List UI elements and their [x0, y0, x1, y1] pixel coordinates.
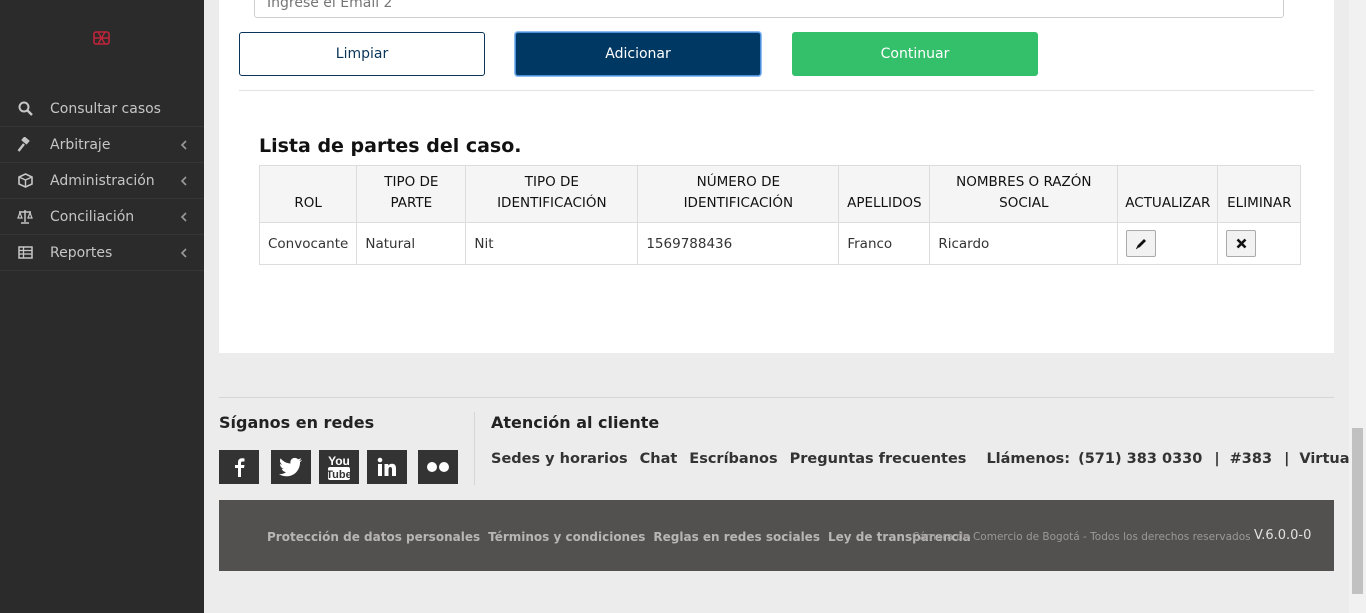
link-chat[interactable]: Chat — [640, 451, 678, 467]
svg-text:Tube: Tube — [327, 469, 351, 481]
cell-actualizar — [1117, 222, 1219, 265]
sidebar-item-arbitraje[interactable]: Arbitraje — [0, 127, 204, 163]
ccb-logo-icon — [93, 31, 110, 45]
facebook-link[interactable] — [219, 450, 259, 484]
customer-service-links: Sedes y horarios Chat Escríbanos Pregunt… — [491, 451, 1366, 467]
link-reglas-redes[interactable]: Reglas en redes sociales — [653, 530, 820, 544]
twitter-link[interactable] — [271, 450, 311, 484]
linkedin-link[interactable] — [367, 450, 407, 484]
continue-button[interactable]: Continuar — [792, 32, 1038, 76]
col-header-actualizar: ACTUALIZAR — [1117, 165, 1219, 223]
sidebar-nav: Consultar casos Arbitraje Administración… — [0, 91, 204, 271]
youtube-icon: You Tube — [327, 454, 351, 481]
svg-text:You: You — [328, 454, 350, 468]
col-header-tipo-identificacion: TIPO DE IDENTIFICACIÓN — [465, 165, 639, 223]
sidebar-item-conciliacion[interactable]: Conciliación — [0, 199, 204, 235]
parties-table: ROL TIPO DE PARTE TIPO DE IDENTIFICACIÓN N… — [258, 165, 1302, 265]
sidebar-item-reportes[interactable]: Reportes — [0, 235, 204, 271]
sidebar-item-label: Reportes — [50, 244, 113, 261]
search-icon — [17, 101, 33, 117]
chevron-left-icon — [180, 248, 187, 258]
call-label: Llámenos: — [986, 451, 1071, 467]
chevron-left-icon — [180, 140, 187, 150]
col-header-numero-identificacion: NÚMERO DE IDENTIFICACIÓN — [637, 165, 840, 223]
divider — [239, 90, 1314, 91]
table-icon — [17, 245, 33, 261]
separator: | — [1214, 451, 1220, 467]
close-icon — [1236, 238, 1247, 249]
col-header-nombres: NOMBRES O RAZÓN SOCIAL — [929, 165, 1119, 223]
link-preguntas-frecuentes[interactable]: Preguntas frecuentes — [790, 451, 967, 467]
link-terminos[interactable]: Términos y condiciones — [488, 530, 645, 544]
link-sedes-horarios[interactable]: Sedes y horarios — [491, 451, 628, 467]
scrollbar-thumb[interactable] — [1352, 428, 1363, 594]
link-proteccion-datos[interactable]: Protección de datos personales — [267, 530, 480, 544]
flickr-link[interactable] — [418, 450, 458, 484]
col-header-apellidos: APELLIDOS — [838, 165, 931, 223]
sidebar-item-label: Administración — [50, 172, 155, 189]
sidebar-item-administracion[interactable]: Administración — [0, 163, 204, 199]
linkedin-icon — [377, 457, 396, 476]
table-header-row: ROL TIPO DE PARTE TIPO DE IDENTIFICACIÓN N… — [258, 165, 1302, 223]
delete-button[interactable] — [1226, 230, 1257, 257]
cell-nombres: Ricardo — [929, 222, 1119, 265]
balance-scale-icon — [17, 209, 33, 225]
col-header-tipo-parte: TIPO DE PARTE — [356, 165, 467, 223]
cell-numero-identificacion: 1569788436 — [637, 222, 840, 265]
col-header-eliminar: ELIMINAR — [1217, 165, 1302, 223]
cell-tipo-identificacion: Nit — [465, 222, 639, 265]
copyright-text: Cámara de Comercio de Bogotá - Todos los… — [912, 531, 1251, 543]
edit-button[interactable] — [1126, 230, 1157, 257]
footer-bottom-bar: Protección de datos personales Términos … — [219, 500, 1334, 571]
link-escribanos[interactable]: Escríbanos — [689, 451, 777, 467]
chevron-left-icon — [180, 176, 187, 186]
virtual-link[interactable]: Virtual — [1299, 451, 1354, 467]
cell-rol: Convocante — [258, 222, 358, 265]
version-label: V.6.0.0-0 — [1254, 528, 1312, 543]
facebook-icon — [235, 458, 245, 477]
pencil-icon — [1135, 239, 1146, 250]
page-scrollbar[interactable] — [1349, 0, 1366, 613]
sidebar-item-consultar-casos[interactable]: Consultar casos — [0, 91, 204, 127]
cell-tipo-parte: Natural — [356, 222, 467, 265]
follow-title: Síganos en redes — [219, 413, 375, 432]
sidebar-item-label: Consultar casos — [50, 100, 161, 117]
footer-divider — [219, 397, 1334, 398]
cube-icon — [17, 173, 33, 189]
sidebar: Consultar casos Arbitraje Administración… — [0, 0, 204, 613]
table-row: Convocante Natural Nit 1569788436 Franco… — [258, 222, 1302, 265]
twitter-icon — [279, 457, 302, 477]
add-button[interactable]: Adicionar — [515, 32, 761, 76]
separator: | — [1284, 451, 1290, 467]
youtube-link[interactable]: You Tube — [319, 450, 359, 484]
legal-links: Protección de datos personales Términos … — [267, 530, 979, 544]
main-card: Limpiar Adicionar Continuar Lista de par… — [219, 0, 1334, 353]
customer-service-title: Atención al cliente — [491, 413, 660, 432]
sidebar-item-label: Arbitraje — [50, 136, 111, 153]
chevron-left-icon — [180, 212, 187, 222]
flickr-icon — [427, 462, 449, 472]
email2-field[interactable] — [254, 0, 1284, 18]
sidebar-item-label: Conciliación — [50, 208, 135, 225]
phone-link[interactable]: (571) 383 0330 — [1078, 451, 1202, 467]
footer-vertical-divider — [474, 412, 475, 485]
cell-eliminar — [1217, 222, 1302, 265]
gavel-icon — [17, 136, 33, 153]
parties-list-title: Lista de partes del caso. — [259, 135, 522, 157]
short-code-link[interactable]: #383 — [1230, 451, 1272, 467]
col-header-rol: ROL — [258, 165, 358, 223]
cell-apellidos: Franco — [838, 222, 931, 265]
clear-button[interactable]: Limpiar — [239, 32, 485, 76]
